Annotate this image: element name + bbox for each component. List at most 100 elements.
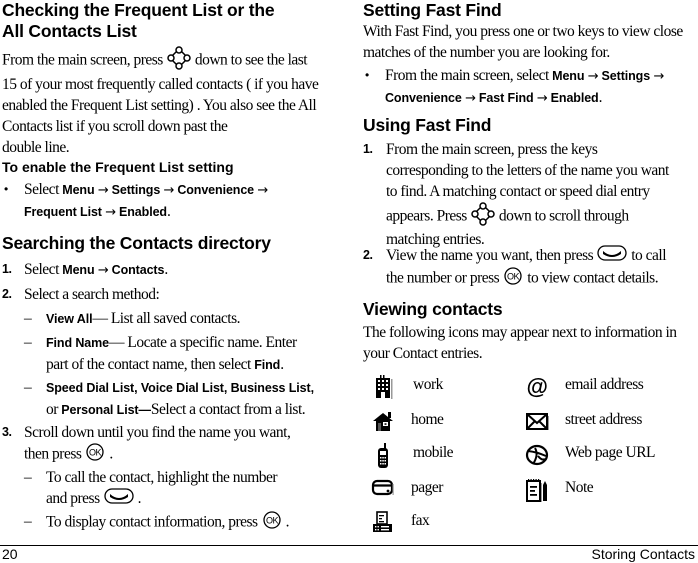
step-text: down to scroll through	[498, 207, 629, 225]
legend-label: Web page URL	[565, 444, 656, 461]
heading-line-1: Checking the Frequent List or the	[2, 0, 275, 20]
text: Select	[24, 261, 59, 278]
em-dash: —	[138, 403, 152, 417]
nav-key-icon	[471, 202, 495, 232]
fast-find-paragraph: With Fast Find, you press one or two key…	[363, 21, 698, 63]
enable-frequent-heading: To enable the Frequent List setting	[2, 159, 234, 175]
menu-path-fast-find: Fast Find	[478, 91, 534, 105]
para-line: Contacts list if you scroll down past th…	[2, 118, 228, 135]
dash: –	[24, 513, 32, 530]
step-text: Select a search method:	[24, 286, 160, 303]
step-text: appears. Press	[386, 207, 467, 225]
web-globe-icon	[525, 443, 549, 467]
arrow: →	[163, 183, 175, 198]
menu-path-enabled: Enabled	[119, 205, 167, 219]
send-key-icon	[597, 245, 627, 267]
legend-label: work	[413, 376, 443, 393]
chapter-title: Storing Contacts	[591, 546, 696, 562]
home-house-icon	[371, 410, 393, 434]
para-line: From the main screen, press down to see …	[2, 46, 347, 76]
method-desc: Locate a specific name. Enter	[124, 334, 297, 351]
method-name: View All	[46, 312, 93, 326]
em-dash: —	[109, 334, 125, 351]
search-contacts-heading: Searching the Contacts directory	[2, 233, 271, 253]
legend-label: home	[411, 411, 444, 428]
bullet-marker: •	[365, 68, 369, 82]
method-name: Speed Dial List, Voice Dial List, Busine…	[46, 381, 314, 395]
using-fast-find-heading: Using Fast Find	[363, 115, 492, 135]
menu-path-settings: Settings	[601, 69, 651, 83]
menu-path-frequent-list: Frequent List	[24, 205, 102, 219]
menu-path-convenience: Convenience	[385, 91, 462, 105]
text: or	[46, 401, 62, 418]
period: .	[166, 203, 171, 220]
using-step-1: 1. From the main screen, press the keys …	[363, 139, 698, 253]
find-option: Find	[254, 358, 281, 372]
method-desc: Select a contact from a list.	[150, 401, 306, 418]
dash: –	[24, 334, 32, 351]
step-number: 1.	[2, 262, 12, 276]
para-line: matches of the number you are looking fo…	[363, 44, 610, 61]
ok-key-icon: OK	[85, 443, 105, 467]
text: Select	[24, 181, 59, 198]
step-text: to view contact details.	[527, 270, 659, 287]
method-desc: part of the contact name, then select	[46, 356, 255, 373]
sub-text: and press	[46, 490, 100, 507]
para-line: 15 of your most frequently called contac…	[2, 76, 319, 93]
nav-key-icon	[167, 46, 191, 76]
method-name: Personal List	[61, 403, 139, 417]
arrow: →	[536, 91, 548, 106]
menu-path-menu: Menu	[552, 69, 585, 83]
period: .	[598, 89, 603, 106]
bullet-marker: •	[4, 182, 8, 196]
dash: –	[24, 469, 32, 486]
fax-machine-icon	[371, 511, 393, 535]
legend-label: email address	[565, 376, 644, 393]
menu-path-enabled: Enabled	[550, 91, 599, 105]
step3-call-contact: – To call the contact, highlight the num…	[24, 467, 349, 510]
step3-display-info: – To display contact information, press …	[24, 511, 349, 535]
email-at-icon: @	[525, 374, 549, 399]
menu-path-convenience: Convenience	[177, 183, 255, 197]
arrow: →	[97, 263, 109, 278]
svg-text:OK: OK	[89, 448, 102, 458]
step-text: to find. A matching contact or speed dia…	[386, 183, 650, 200]
step-text: corresponding to the letters of the name…	[386, 162, 669, 179]
frequent-list-heading: Checking the Frequent List or the All Co…	[2, 0, 342, 42]
sub-text: To call the contact, highlight the numbe…	[46, 469, 278, 486]
ok-key-icon: OK	[262, 511, 282, 535]
mobile-phone-icon	[373, 443, 395, 468]
fast-find-bullet: • From the main screen, select Menu → Se…	[363, 65, 698, 109]
search-method-lists: – Speed Dial List, Voice Dial List, Busi…	[24, 377, 349, 421]
period: .	[280, 356, 284, 373]
para-line: your Contact entries.	[363, 345, 483, 362]
step-number: 2.	[363, 248, 373, 262]
text: From the main screen, select	[385, 67, 553, 84]
svg-text:OK: OK	[266, 516, 279, 526]
ok-key-icon: OK	[503, 267, 523, 291]
enable-frequent-bullet: • Select Menu → Settings → Convenience →…	[2, 179, 347, 223]
send-key-icon	[103, 488, 134, 510]
em-dash: —	[92, 310, 108, 327]
dash: –	[24, 379, 32, 396]
step-number: 2.	[2, 287, 12, 301]
step-text: to call	[631, 247, 667, 264]
para-line: With Fast Find, you press one or two key…	[363, 23, 683, 40]
legend-label: mobile	[413, 444, 454, 461]
arrow: →	[587, 69, 599, 84]
legend-label: fax	[411, 512, 430, 529]
legend-label: Note	[565, 479, 594, 496]
dash: –	[24, 310, 32, 327]
search-method-view-all: – View All— List all saved contacts.	[24, 308, 349, 330]
method-desc: List all saved contacts.	[107, 310, 241, 327]
arrow: →	[97, 183, 109, 198]
search-method-find-name: – Find Name— Locate a specific name. Ent…	[24, 332, 349, 376]
step-text: From the main screen, press the keys	[386, 141, 598, 158]
sub-text: To display contact information, press	[46, 513, 258, 531]
viewing-paragraph: The following icons may appear next to i…	[363, 322, 698, 364]
period: .	[109, 445, 113, 463]
svg-text:OK: OK	[507, 272, 520, 282]
menu-path-contacts: Contacts	[111, 263, 165, 277]
arrow: →	[465, 91, 476, 106]
setting-fast-find-heading: Setting Fast Find	[363, 0, 502, 20]
